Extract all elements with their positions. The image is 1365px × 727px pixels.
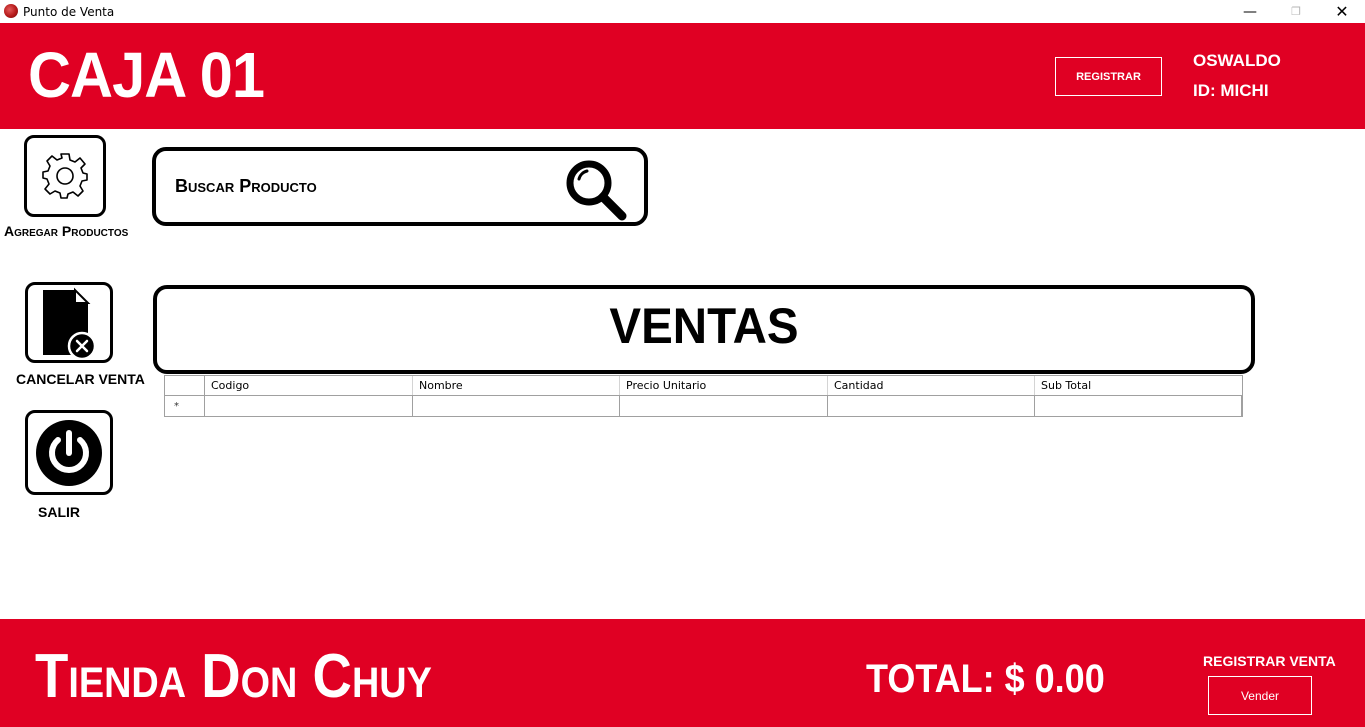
minimize-button[interactable]: —	[1227, 0, 1273, 23]
table-row[interactable]: *	[165, 395, 1242, 416]
header-band: CAJA 01 Registrar OSWALDO ID: MICHI	[0, 23, 1365, 129]
close-button[interactable]: ✕	[1319, 0, 1365, 23]
new-row-header[interactable]: *	[165, 396, 205, 416]
row-header-corner	[165, 376, 205, 395]
sales-grid[interactable]: Codigo Nombre Precio Unitario Cantidad S…	[164, 375, 1243, 417]
window-titlebar: Punto de Venta — ❐ ✕	[0, 0, 1365, 23]
user-id: ID: MICHI	[1193, 81, 1269, 100]
cell-sub-total[interactable]	[1035, 396, 1242, 416]
column-header-codigo[interactable]: Codigo	[205, 376, 413, 395]
search-label: Buscar Producto	[175, 176, 317, 196]
add-products-button[interactable]	[24, 135, 106, 217]
cell-cantidad[interactable]	[828, 396, 1035, 416]
cell-precio-unitario[interactable]	[620, 396, 828, 416]
grid-header-row: Codigo Nombre Precio Unitario Cantidad S…	[165, 376, 1242, 395]
cell-codigo[interactable]	[205, 396, 413, 416]
sales-banner: VENTAS	[153, 285, 1255, 374]
footer-band: Tienda Don Chuy TOTAL: $ 0.00 REGISTRAR …	[0, 619, 1365, 727]
magnifier-icon[interactable]	[563, 157, 629, 223]
gear-icon	[42, 153, 88, 199]
total-amount: TOTAL: $ 0.00	[866, 657, 1105, 701]
sales-banner-title: VENTAS	[609, 298, 799, 354]
user-name: OSWALDO	[1193, 51, 1281, 70]
document-cancel-icon	[43, 287, 97, 360]
column-header-nombre[interactable]: Nombre	[413, 376, 620, 395]
column-header-sub-total[interactable]: Sub Total	[1035, 376, 1242, 395]
exit-label: SALIR	[38, 504, 80, 520]
column-header-precio-unitario[interactable]: Precio Unitario	[620, 376, 828, 395]
power-icon	[36, 420, 102, 486]
add-products-label: Agregar Productos	[4, 223, 129, 239]
register-sale-label: REGISTRAR VENTA	[1203, 653, 1336, 669]
maximize-button[interactable]: ❐	[1273, 0, 1319, 23]
app-logo-icon	[4, 4, 18, 18]
store-name: Tienda Don Chuy	[35, 642, 432, 711]
column-header-cantidad[interactable]: Cantidad	[828, 376, 1035, 395]
window-title: Punto de Venta	[23, 5, 115, 19]
exit-button[interactable]	[25, 410, 113, 495]
cancel-sale-label: CANCELAR VENTA	[16, 371, 145, 387]
registrar-button[interactable]: Registrar	[1055, 57, 1162, 96]
new-row-marker: *	[174, 401, 179, 412]
register-title: CAJA 01	[28, 39, 265, 111]
product-search-box[interactable]: Buscar Producto	[152, 147, 648, 226]
sell-button[interactable]: Vender	[1208, 676, 1312, 715]
cell-nombre[interactable]	[413, 396, 620, 416]
cancel-sale-button[interactable]	[25, 282, 113, 363]
